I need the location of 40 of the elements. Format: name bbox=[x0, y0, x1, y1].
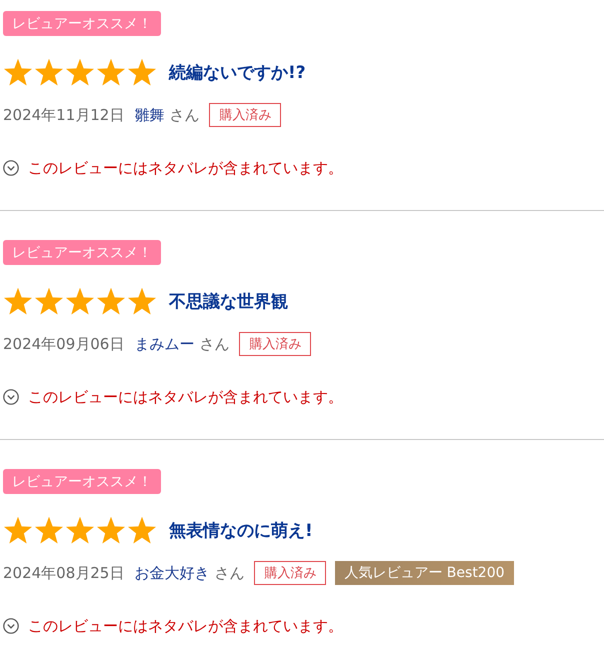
star-icon bbox=[34, 58, 64, 86]
star-icon bbox=[3, 286, 33, 316]
spoiler-toggle[interactable]: このレビューにはネタバレが含まれています。 bbox=[3, 387, 343, 407]
spoiler-toggle[interactable]: このレビューにはネタバレが含まれています。 bbox=[3, 616, 343, 636]
review-title: 不思議な世界観 bbox=[169, 290, 288, 312]
ranking-badge: 人気レビュアー Best200 bbox=[335, 561, 514, 585]
star-icon bbox=[34, 516, 64, 544]
star-icon bbox=[3, 58, 33, 86]
review-title: 無表情なのに萌え! bbox=[169, 520, 313, 542]
star-icon bbox=[127, 286, 157, 316]
chevron-circle-icon bbox=[3, 160, 19, 176]
recommend-badge: レビュアーオススメ！ bbox=[3, 11, 161, 36]
chevron-circle-icon bbox=[3, 389, 19, 405]
review-date: 2024年11月12日 bbox=[3, 106, 124, 124]
star-icon bbox=[127, 516, 157, 544]
chevron-circle-icon bbox=[3, 618, 19, 634]
recommend-badge: レビュアーオススメ！ bbox=[3, 240, 161, 265]
purchased-badge: 購入済み bbox=[209, 103, 282, 127]
review-title: 続編ないですか!? bbox=[169, 62, 306, 84]
star-icon bbox=[127, 58, 157, 86]
star-icon bbox=[65, 286, 95, 316]
star-icon bbox=[65, 516, 95, 544]
reviewer-link[interactable]: 雛舞 bbox=[134, 106, 164, 124]
star-icon bbox=[96, 516, 126, 544]
honorific-text: さん bbox=[199, 334, 230, 354]
honorific-text: さん bbox=[169, 106, 200, 124]
star-icon bbox=[34, 286, 64, 316]
purchased-badge: 購入済み bbox=[254, 561, 326, 585]
honorific-text: さん bbox=[214, 564, 244, 582]
star-icon bbox=[3, 516, 33, 544]
reviewer-link[interactable]: お金大好き bbox=[134, 564, 210, 582]
star-icon bbox=[65, 58, 95, 86]
star-icon bbox=[96, 286, 126, 316]
review-date: 2024年09月06日 bbox=[3, 334, 124, 354]
reviewer-link[interactable]: まみムー bbox=[134, 334, 194, 354]
review-date: 2024年08月25日 bbox=[3, 564, 124, 582]
spoiler-toggle[interactable]: このレビューにはネタバレが含まれています。 bbox=[3, 158, 343, 178]
star-icon bbox=[96, 58, 126, 86]
purchased-badge: 購入済み bbox=[239, 332, 312, 356]
recommend-badge: レビュアーオススメ！ bbox=[3, 469, 161, 494]
